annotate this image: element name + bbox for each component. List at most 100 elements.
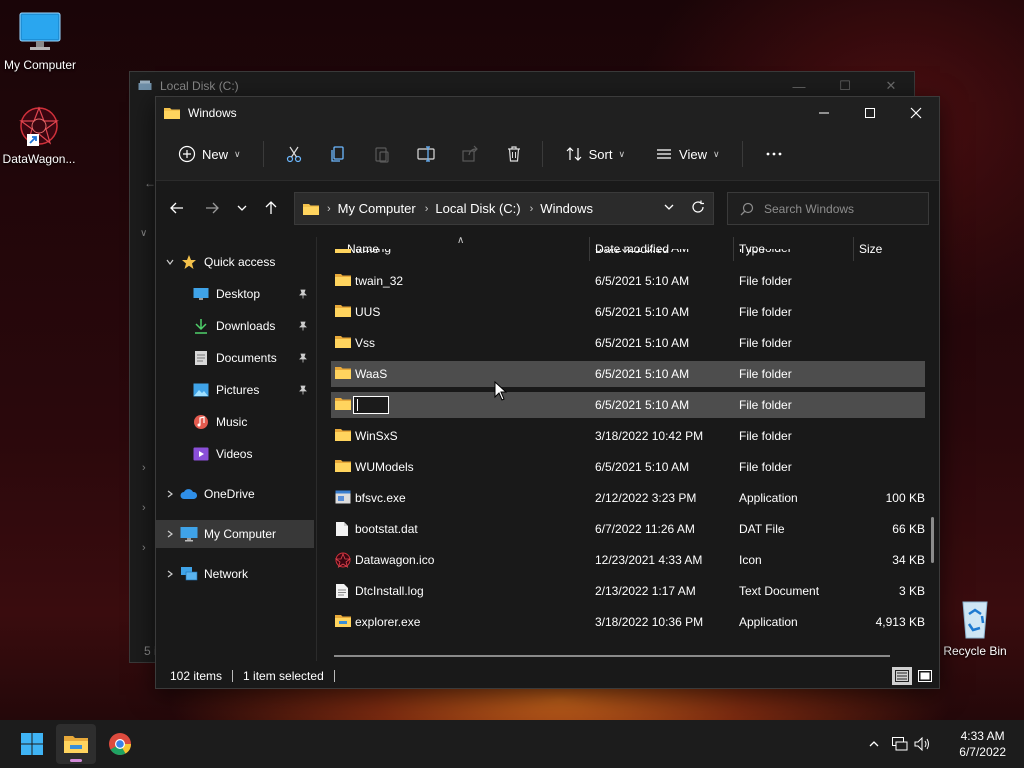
folder-icon bbox=[303, 203, 319, 215]
nav-item-label: Desktop bbox=[216, 287, 261, 301]
file-size: 34 KB bbox=[892, 553, 925, 567]
show-hidden-icons-button[interactable] bbox=[868, 738, 880, 750]
taskbar-chrome[interactable] bbox=[100, 724, 140, 764]
file-row[interactable]: explorer.exe 3/18/2022 10:36 PM Applicatio… bbox=[331, 609, 925, 635]
window-titlebar[interactable]: Windows bbox=[156, 97, 939, 128]
cut-button[interactable] bbox=[278, 137, 310, 171]
background-nav-chevron-icon[interactable]: › bbox=[142, 462, 146, 474]
taskbar-file-explorer[interactable] bbox=[56, 724, 96, 764]
nav-item-desktop[interactable]: Desktop bbox=[156, 280, 314, 308]
pin-icon[interactable] bbox=[298, 289, 308, 299]
file-explorer-icon bbox=[64, 736, 88, 753]
nav-item-label: Videos bbox=[216, 447, 253, 461]
file-row[interactable]: Vss 6/5/2021 5:10 AM File folder bbox=[331, 330, 925, 356]
file-type: File folder bbox=[739, 429, 792, 443]
file-date: 3/18/2022 10:42 PM bbox=[595, 429, 704, 443]
details-view-button[interactable] bbox=[892, 667, 912, 685]
recent-locations-button[interactable] bbox=[227, 193, 257, 223]
up-button[interactable] bbox=[256, 193, 286, 223]
chevron-down-icon[interactable] bbox=[160, 257, 180, 267]
delete-button[interactable] bbox=[498, 137, 530, 171]
document-icon bbox=[192, 349, 210, 367]
breadcrumb-separator-icon: › bbox=[424, 202, 429, 215]
breadcrumb-local-disk[interactable]: Local Disk (C:) bbox=[435, 201, 520, 216]
file-row[interactable]: twain_32 6/5/2021 5:10 AM File folder bbox=[331, 268, 925, 294]
view-button[interactable]: View ∨ bbox=[647, 137, 728, 171]
close-button[interactable] bbox=[893, 97, 939, 128]
file-date: 6/5/2021 5:10 AM bbox=[595, 398, 690, 412]
search-input[interactable]: Search Windows bbox=[727, 192, 929, 225]
paste-button[interactable] bbox=[366, 137, 398, 171]
file-date: 3/18/2022 10:36 PM bbox=[595, 615, 704, 629]
new-button[interactable]: New ∨ bbox=[170, 137, 249, 171]
address-bar[interactable]: › My Computer › Local Disk (C:) › Window… bbox=[294, 192, 714, 225]
nav-quick-access[interactable]: Quick access bbox=[156, 248, 314, 276]
nav-item-pictures[interactable]: Pictures bbox=[156, 376, 314, 404]
desktop-icon-datawagon[interactable]: DataWagon... bbox=[0, 104, 79, 166]
file-row[interactable]: UUS 6/5/2021 5:10 AM File folder bbox=[331, 299, 925, 325]
desktop-icon-my-computer[interactable]: My Computer bbox=[0, 10, 80, 72]
file-row[interactable]: bfsvc.exe 2/12/2022 3:23 PM Application 100… bbox=[331, 485, 925, 511]
ico-icon bbox=[335, 552, 351, 568]
file-row[interactable]: WUModels 6/5/2021 5:10 AM File folder bbox=[331, 454, 925, 480]
back-button[interactable] bbox=[162, 193, 192, 223]
nav-my-computer[interactable]: My Computer bbox=[156, 520, 314, 548]
rename-button[interactable] bbox=[410, 137, 442, 171]
background-nav-chevron-icon[interactable]: › bbox=[142, 542, 146, 554]
address-dropdown-button[interactable] bbox=[663, 201, 675, 213]
network-status-icon[interactable] bbox=[892, 737, 908, 751]
refresh-button[interactable] bbox=[691, 200, 705, 214]
file-row[interactable]: 6/5/2021 5:10 AM File folder bbox=[331, 392, 925, 418]
file-row[interactable]: WaaS 6/5/2021 5:10 AM File folder bbox=[331, 361, 925, 387]
nav-item-videos[interactable]: Videos bbox=[156, 440, 314, 468]
file-date: 12/23/2021 4:33 AM bbox=[595, 553, 703, 567]
nav-item-documents[interactable]: Documents bbox=[156, 344, 314, 372]
search-icon bbox=[740, 202, 754, 215]
volume-icon[interactable] bbox=[914, 737, 932, 751]
pin-icon[interactable] bbox=[298, 385, 308, 395]
chevron-right-icon[interactable] bbox=[160, 489, 180, 499]
recycle-bin-icon bbox=[953, 596, 997, 640]
nav-item-music[interactable]: Music bbox=[156, 408, 314, 436]
nav-item-label: Quick access bbox=[204, 255, 276, 269]
file-name: twain_32 bbox=[355, 274, 404, 288]
minimize-button[interactable] bbox=[801, 97, 847, 128]
forward-button[interactable] bbox=[197, 193, 227, 223]
file-row[interactable]: Datawagon.ico 12/23/2021 4:33 AM Icon 34 KB bbox=[331, 547, 925, 573]
pin-icon[interactable] bbox=[298, 353, 308, 363]
nav-network[interactable]: Network bbox=[156, 560, 314, 588]
nav-item-downloads[interactable]: Downloads bbox=[156, 312, 314, 340]
chevron-right-icon[interactable] bbox=[160, 569, 180, 579]
file-date: 6/7/2022 11:26 AM bbox=[595, 522, 695, 536]
videos-icon bbox=[192, 445, 210, 463]
share-button[interactable] bbox=[454, 137, 486, 171]
rename-input[interactable] bbox=[353, 396, 389, 414]
explorer-window[interactable]: Windows New ∨ Sort ∨ View ∨ › My Compute… bbox=[155, 96, 940, 689]
maximize-button[interactable] bbox=[847, 97, 893, 128]
folder-icon bbox=[164, 106, 180, 120]
start-button[interactable] bbox=[12, 724, 52, 764]
large-icons-view-button[interactable] bbox=[915, 667, 935, 685]
breadcrumb-my-computer[interactable]: My Computer bbox=[338, 201, 416, 216]
breadcrumb-windows[interactable]: Windows bbox=[540, 201, 593, 216]
copy-button[interactable] bbox=[322, 137, 354, 171]
file-row[interactable]: DtcInstall.log 2/13/2022 1:17 AM Text Docu… bbox=[331, 578, 925, 604]
pin-icon[interactable] bbox=[298, 321, 308, 331]
background-chevron-icon[interactable]: ∨ bbox=[140, 228, 147, 239]
file-name: DtcInstall.log bbox=[355, 584, 424, 598]
background-nav-chevron-icon[interactable]: › bbox=[142, 502, 146, 514]
sort-button[interactable]: Sort ∨ bbox=[557, 137, 633, 171]
clock[interactable]: 4:33 AM 6/7/2022 bbox=[959, 728, 1006, 760]
horizontal-scrollbar-thumb[interactable] bbox=[334, 655, 890, 657]
nav-onedrive[interactable]: OneDrive bbox=[156, 480, 314, 508]
chevron-right-icon[interactable] bbox=[160, 529, 180, 539]
clock-time: 4:33 AM bbox=[960, 729, 1005, 743]
file-row[interactable]: WinSxS 3/18/2022 10:42 PM File folder bbox=[331, 423, 925, 449]
desktop-icon-recycle-bin[interactable]: Recycle Bin bbox=[935, 596, 1015, 658]
nav-item-label: Pictures bbox=[216, 383, 260, 397]
file-row[interactable]: bootstat.dat 6/7/2022 11:26 AM DAT File 66 … bbox=[331, 516, 925, 542]
file-type: Application bbox=[739, 615, 798, 629]
vertical-scrollbar-thumb[interactable] bbox=[931, 517, 934, 563]
copy-icon bbox=[330, 146, 344, 162]
more-options-button[interactable] bbox=[757, 137, 791, 171]
